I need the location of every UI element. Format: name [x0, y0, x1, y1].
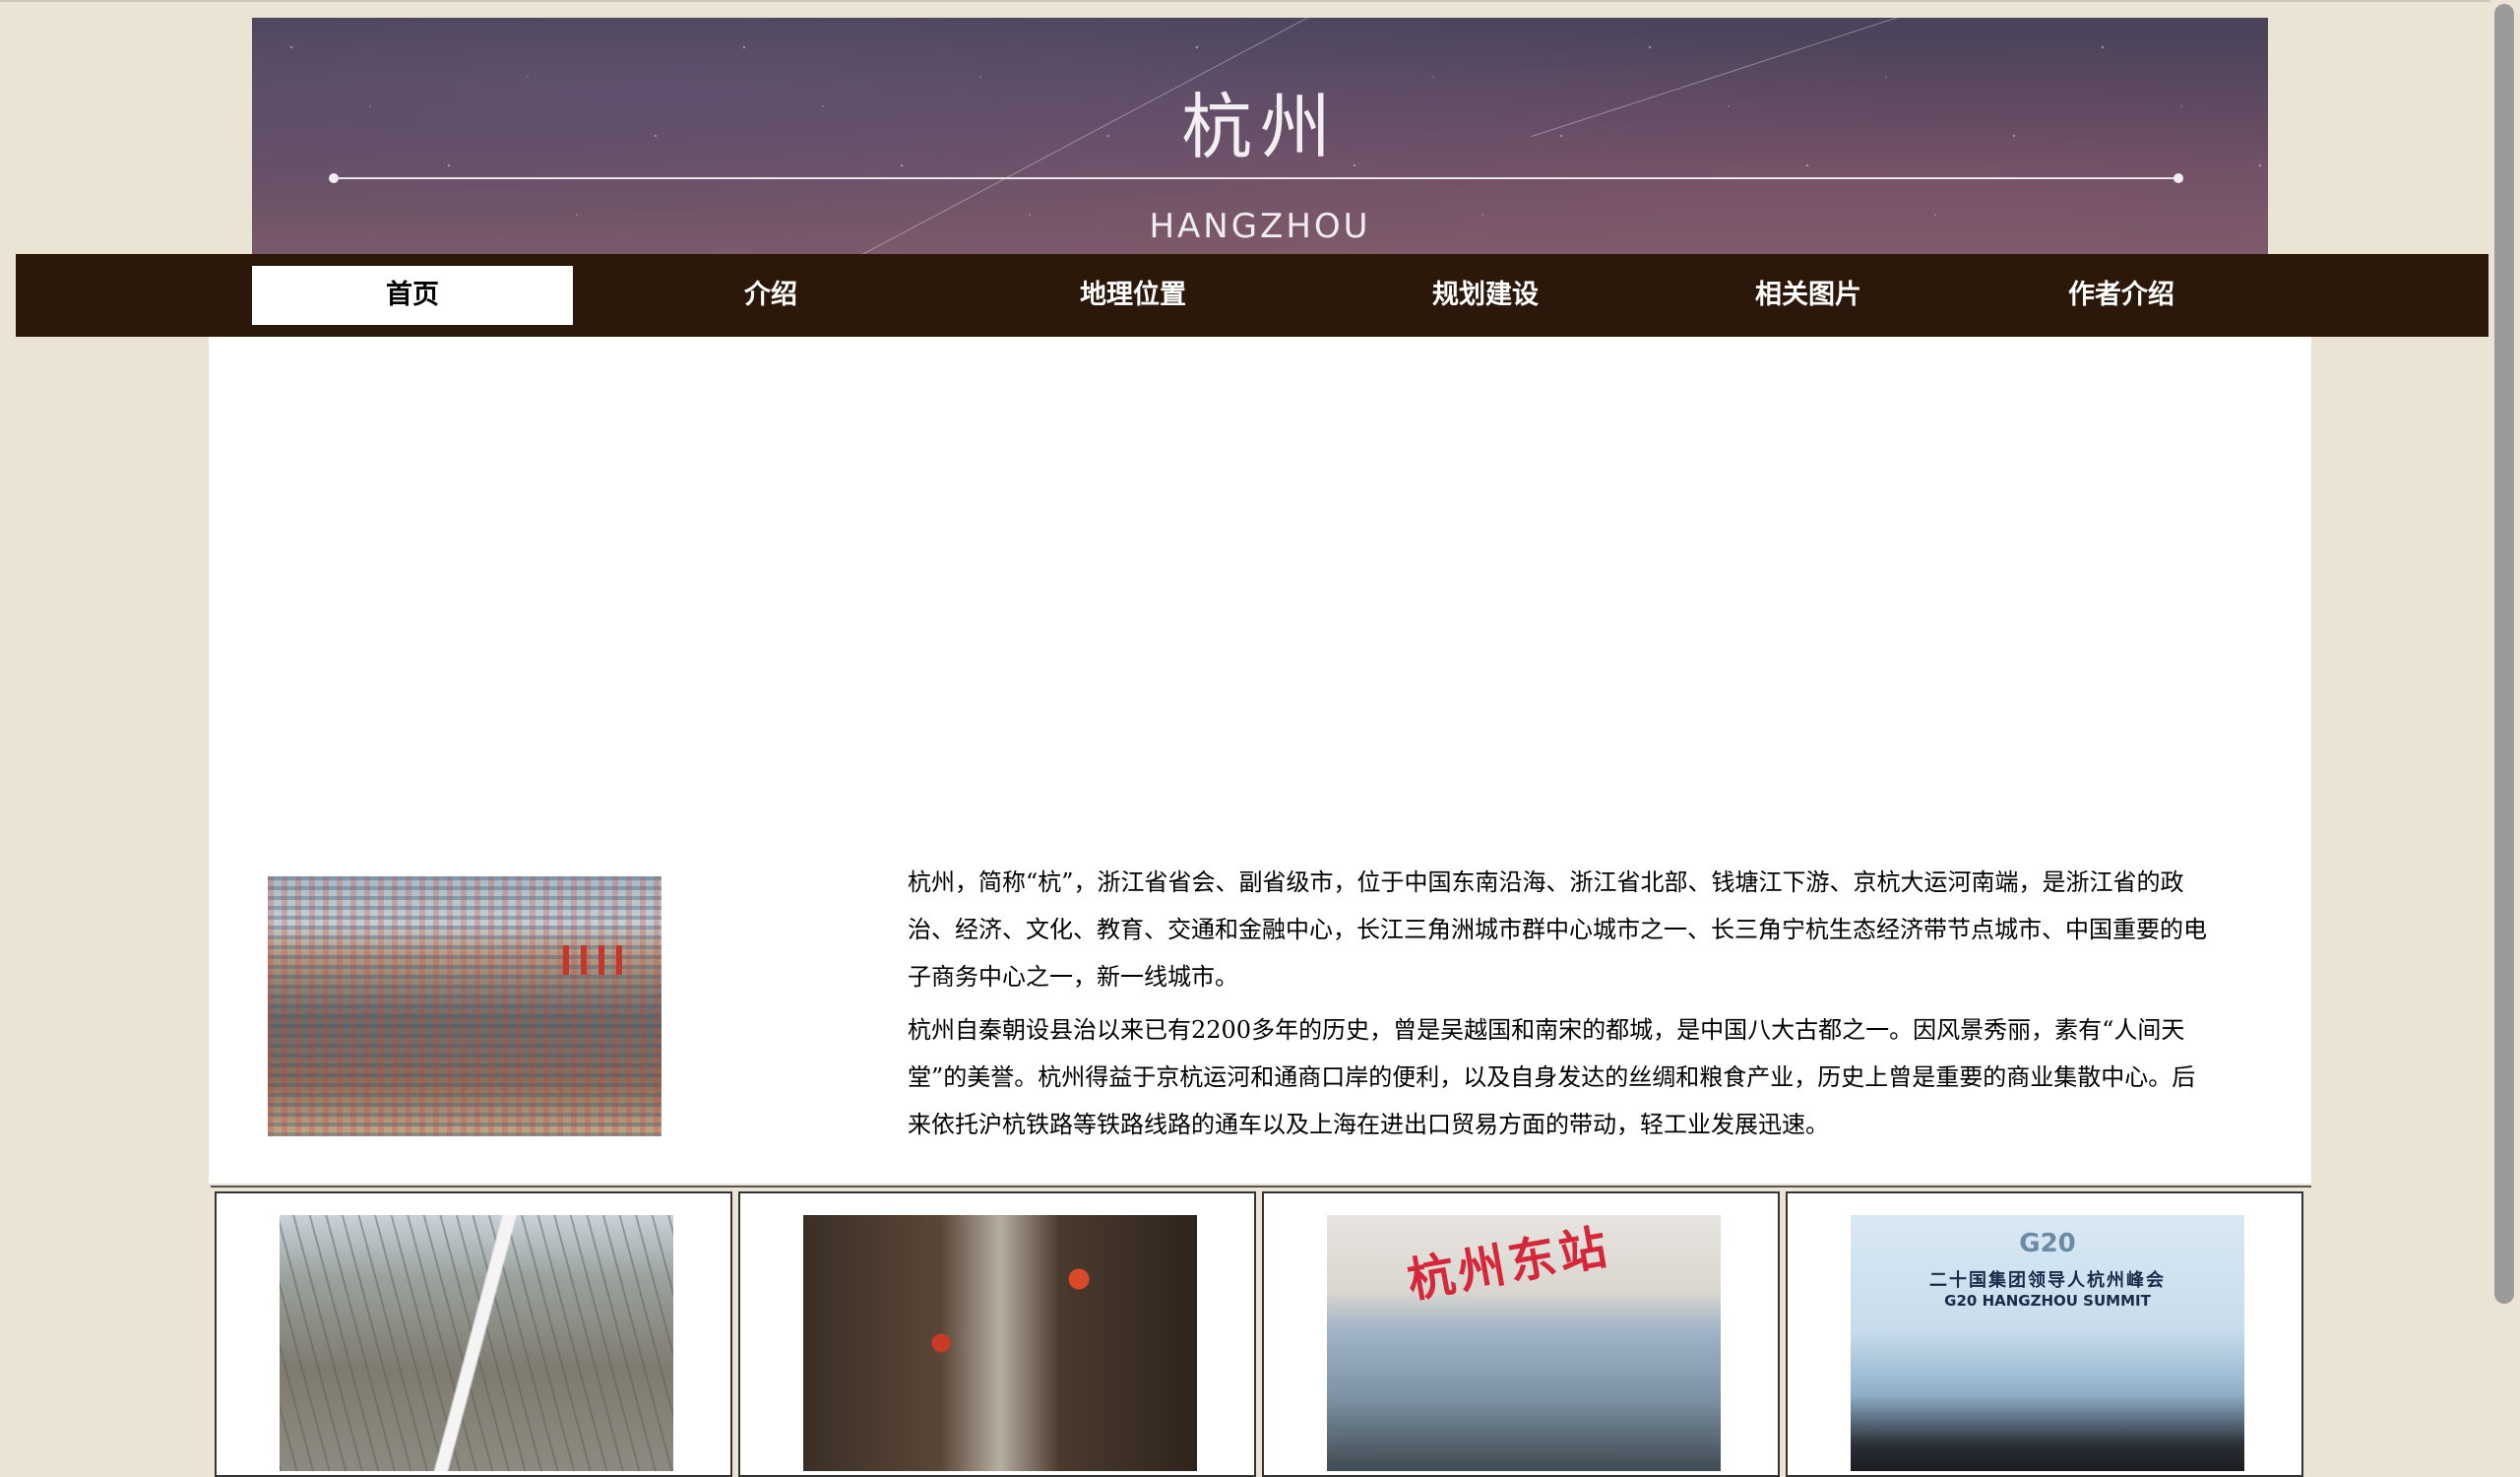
nav-photos[interactable]: 相关图片	[1648, 266, 1969, 325]
old-street-image[interactable]	[803, 1215, 1197, 1471]
nav-intro[interactable]: 介绍	[610, 266, 931, 325]
gallery-card: 杭州东站	[1262, 1191, 1780, 1477]
intro-paragraph-2: 杭州自秦朝设县治以来已有2200多年的历史，曾是吴越国和南宋的都城，是中国八大古…	[908, 1016, 2196, 1138]
nav-planning[interactable]: 规划建设	[1325, 266, 1646, 325]
site-title: 杭州	[1180, 86, 1339, 168]
banner-divider	[335, 177, 2181, 179]
crane	[581, 945, 587, 975]
page-scrollbar[interactable]	[2490, 0, 2520, 1457]
line-dot-right	[2174, 173, 2183, 183]
gallery-card	[738, 1191, 1256, 1477]
photo-gallery: 杭州东站 G20 二十国集团领导人杭州峰会 G20 HANGZHOU SUMMI…	[211, 1186, 2311, 1477]
high-speed-train-image[interactable]	[280, 1215, 673, 1471]
gallery-card	[215, 1191, 732, 1477]
crane	[598, 945, 604, 975]
crane	[563, 945, 569, 975]
nav-author[interactable]: 作者介绍	[1961, 266, 2282, 325]
g20-summit-image[interactable]: G20 二十国集团领导人杭州峰会 G20 HANGZHOU SUMMIT	[1851, 1215, 2244, 1471]
g20-logo: G20	[2019, 1229, 2076, 1258]
top-rule	[0, 0, 2496, 2]
intro-paragraph-1: 杭州，简称“杭”，浙江省省会、副省级市，位于中国东南沿海、浙江省北部、钱塘江下游…	[908, 868, 2207, 991]
intro-text: 杭州，简称“杭”，浙江省省会、副省级市，位于中国东南沿海、浙江省北部、钱塘江下游…	[908, 859, 2217, 1154]
station-sign: 杭州东站	[1403, 1219, 1615, 1310]
g20-banner-en: G20 HANGZHOU SUMMIT	[1944, 1292, 2151, 1310]
site-subtitle: HANGZHOU	[1149, 207, 1371, 246]
g20-banner-cn: 二十国集团领导人杭州峰会	[1929, 1270, 2166, 1291]
nav-location[interactable]: 地理位置	[973, 266, 1293, 325]
header-banner: 杭州 HANGZHOU	[252, 18, 2268, 254]
east-station-image[interactable]: 杭州东站	[1327, 1215, 1721, 1471]
main-nav: 首页 介绍 地理位置 规划建设 相关图片 作者介绍	[16, 254, 2488, 337]
nav-home[interactable]: 首页	[252, 266, 573, 325]
scrollbar-thumb[interactable]	[2494, 4, 2514, 1304]
gallery-card: G20 二十国集团领导人杭州峰会 G20 HANGZHOU SUMMIT	[1786, 1191, 2303, 1477]
port-image	[268, 876, 662, 1136]
crane	[616, 945, 622, 975]
